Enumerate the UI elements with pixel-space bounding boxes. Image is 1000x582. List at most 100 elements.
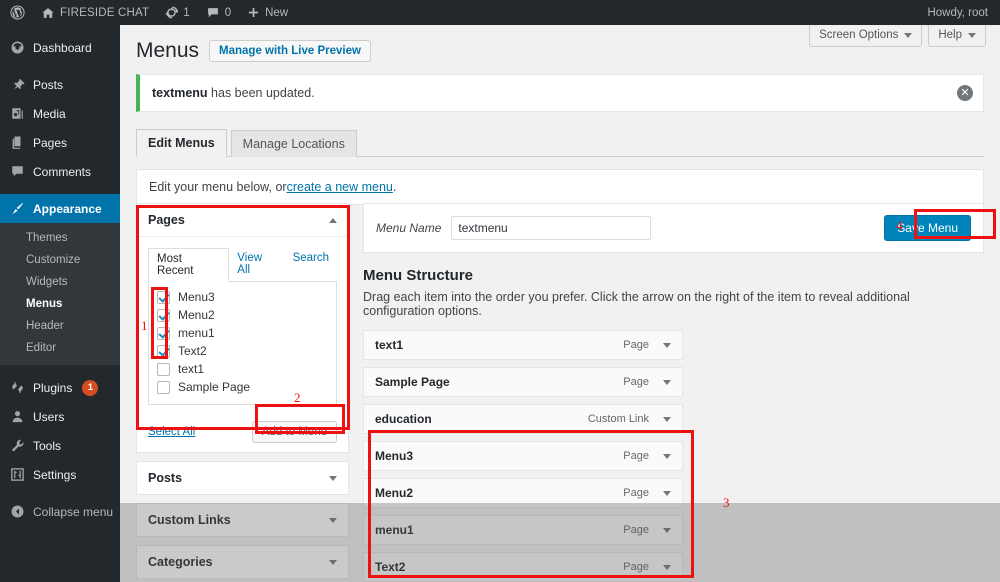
help-label: Help [938, 29, 962, 41]
chevron-down-icon[interactable] [329, 559, 337, 565]
table-row[interactable]: Text2 Page [363, 552, 683, 582]
help-button[interactable]: Help [928, 25, 986, 47]
checkbox-menu1[interactable] [157, 326, 170, 340]
checkbox-sample-page[interactable] [157, 380, 170, 394]
menu-item-label: education [375, 412, 432, 426]
chevron-down-icon [904, 32, 913, 38]
close-circle-icon[interactable]: ✕ [957, 85, 973, 102]
chevron-down-icon[interactable] [663, 527, 671, 533]
chevron-down-icon[interactable] [663, 342, 671, 348]
submenu-item-widgets[interactable]: Widgets [0, 271, 120, 293]
menu-item-label: Menu3 [375, 449, 414, 463]
site-name-menu[interactable]: FIRESIDE CHAT [33, 0, 157, 25]
menu-items-list: text1 Page Sample Page Page education Cu… [363, 330, 984, 582]
chevron-down-icon[interactable] [329, 517, 337, 523]
sidebar-item-users[interactable]: Users [0, 402, 120, 431]
collapse-menu-button[interactable]: Collapse menu [0, 497, 120, 526]
sidebar-item-settings[interactable]: Settings [0, 460, 120, 489]
posts-panel-header[interactable]: Posts [137, 462, 348, 494]
pages-icon [9, 134, 26, 151]
sidebar-item-label: Comments [33, 164, 92, 179]
chevron-down-icon[interactable] [663, 564, 671, 570]
menu-item-label: Sample Page [375, 375, 450, 389]
menu-structure-column: Menu Name Save Menu Menu Structure Drag … [363, 203, 984, 582]
table-row[interactable]: education Custom Link [363, 404, 683, 434]
menu-name-label: Menu Name [376, 221, 442, 235]
categories-panel-header[interactable]: Categories [137, 546, 348, 578]
table-row[interactable]: Sample Page Page [363, 367, 683, 397]
table-row[interactable]: Menu3 Page [363, 441, 683, 471]
mini-tab-most-recent[interactable]: Most Recent [148, 248, 230, 282]
screen-options-button[interactable]: Screen Options [809, 25, 923, 47]
list-item-label: menu1 [178, 326, 215, 340]
table-row[interactable]: menu1 Page [363, 515, 683, 545]
chevron-up-icon[interactable] [329, 217, 337, 223]
chevron-down-icon[interactable] [663, 379, 671, 385]
account-menu[interactable]: Howdy, root [919, 0, 1000, 25]
table-row[interactable]: Menu2 Page [363, 478, 683, 508]
categories-panel-title: Categories [148, 555, 213, 569]
submenu-item-header[interactable]: Header [0, 315, 120, 337]
custom-links-panel-header[interactable]: Custom Links [137, 504, 348, 536]
list-item[interactable]: Menu2 [157, 306, 328, 324]
tab-edit-menus[interactable]: Edit Menus [136, 129, 227, 158]
chevron-down-icon[interactable] [663, 490, 671, 496]
chevron-down-icon[interactable] [663, 453, 671, 459]
menu-item-type: Page [623, 524, 649, 536]
list-item-label: Text2 [178, 344, 207, 358]
chevron-down-icon[interactable] [663, 416, 671, 422]
menu-item-type: Custom Link [587, 413, 649, 425]
menu-name-row: Menu Name Save Menu [363, 203, 984, 253]
menu-name-input[interactable] [451, 216, 652, 240]
menu-item-type: Page [623, 339, 649, 351]
sidebar-item-tools[interactable]: Tools [0, 431, 120, 460]
table-row[interactable]: text1 Page [363, 330, 683, 360]
sidebar-item-label: Tools [33, 438, 62, 453]
chevron-down-icon [968, 32, 976, 38]
sidebar-item-comments[interactable]: Comments [0, 157, 120, 186]
new-label: New [265, 6, 289, 19]
list-item[interactable]: text1 [157, 360, 328, 378]
sidebar-item-label: Plugins [33, 380, 73, 395]
new-content-menu[interactable]: New [239, 0, 296, 25]
list-item[interactable]: Text2 [157, 342, 328, 360]
checkbox-menu2[interactable] [157, 308, 170, 322]
sidebar-item-plugins[interactable]: Plugins 1 [0, 373, 120, 402]
menu-tabs: Edit Menus Manage Locations [136, 129, 984, 158]
list-item[interactable]: Menu3 [157, 288, 328, 306]
main-content: Screen Options Help Menus Manage with Li… [120, 25, 1000, 582]
sidebar-item-dashboard[interactable]: Dashboard [0, 33, 120, 62]
wordpress-logo-icon[interactable] [0, 0, 33, 25]
categories-panel: Categories [136, 545, 349, 579]
list-item[interactable]: menu1 [157, 324, 328, 342]
sidebar-item-media[interactable]: Media [0, 99, 120, 128]
list-item[interactable]: Sample Page [157, 378, 328, 396]
checkbox-text1[interactable] [157, 362, 170, 376]
updates-count: 1 [183, 6, 190, 19]
updates-link[interactable]: 1 [157, 0, 197, 25]
submenu-item-customize[interactable]: Customize [0, 249, 120, 271]
add-to-menu-button[interactable]: Add to Menu [251, 421, 337, 443]
sidebar-item-appearance[interactable]: Appearance [0, 194, 120, 223]
checkbox-text2[interactable] [157, 344, 170, 358]
menu-item-label: menu1 [375, 523, 414, 537]
collapse-arrow-icon [9, 503, 26, 520]
manage-with-live-preview-button[interactable]: Manage with Live Preview [209, 39, 371, 62]
account-label: Howdy, root [927, 6, 988, 19]
create-new-menu-link[interactable]: create a new menu [287, 180, 393, 194]
sidebar-item-posts[interactable]: Posts [0, 70, 120, 99]
select-all-link[interactable]: Select All [148, 426, 195, 438]
sidebar-item-pages[interactable]: Pages [0, 128, 120, 157]
chevron-down-icon[interactable] [329, 475, 337, 481]
submenu-item-themes[interactable]: Themes [0, 227, 120, 249]
mini-tab-search[interactable]: Search [285, 248, 337, 282]
tab-manage-locations[interactable]: Manage Locations [230, 130, 357, 158]
submenu-item-menus[interactable]: Menus [0, 293, 120, 315]
sidebar-item-label: Dashboard [33, 40, 92, 55]
pages-panel-header[interactable]: Pages [137, 204, 348, 237]
comments-link[interactable]: 0 [198, 0, 239, 25]
mini-tab-view-all[interactable]: View All [229, 248, 284, 282]
intro-suffix: . [392, 180, 397, 195]
checkbox-menu3[interactable] [157, 290, 170, 304]
submenu-item-editor[interactable]: Editor [0, 337, 120, 359]
